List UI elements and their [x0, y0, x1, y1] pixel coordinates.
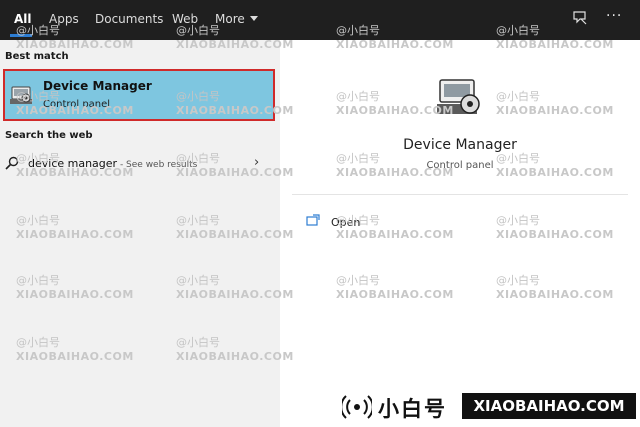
- device-manager-icon: [10, 86, 32, 104]
- web-result-text: device manager - See web results: [28, 157, 197, 170]
- results-panel: Best match Device Manager Control panel …: [0, 40, 280, 427]
- signal-icon: [342, 395, 372, 419]
- tab-documents[interactable]: Documents: [95, 12, 163, 26]
- open-icon: [306, 214, 320, 226]
- preview-app-type: Control panel: [426, 160, 494, 171]
- best-match-heading: Best match: [5, 51, 69, 62]
- best-match-result[interactable]: Device Manager Control panel: [3, 69, 275, 121]
- tab-apps[interactable]: Apps: [49, 12, 79, 26]
- chevron-right-icon[interactable]: ›: [254, 155, 259, 170]
- best-match-subtitle: Control panel: [43, 99, 111, 110]
- web-query: device manager: [28, 157, 118, 170]
- preview-divider: [292, 194, 628, 195]
- active-tab-indicator: [10, 34, 32, 37]
- search-web-heading: Search the web: [5, 130, 93, 141]
- web-search-result[interactable]: device manager - See web results ›: [0, 148, 280, 178]
- feedback-icon[interactable]: [572, 10, 588, 26]
- banner-en: XIAOBAIHAO.COM: [462, 393, 636, 419]
- tab-all[interactable]: All: [14, 12, 32, 26]
- chevron-down-icon: [249, 16, 258, 21]
- best-match-title: Device Manager: [43, 79, 152, 93]
- preview-app-name: Device Manager: [403, 137, 517, 153]
- search-icon: [5, 156, 19, 170]
- tab-web[interactable]: Web: [172, 12, 198, 26]
- banner-cn: 小白号: [378, 397, 447, 421]
- ellipsis-icon[interactable]: ···: [606, 8, 622, 24]
- search-filter-bar: All Apps Documents Web More ···: [0, 0, 640, 40]
- tab-more-label: More: [215, 12, 245, 26]
- tab-more[interactable]: More: [215, 12, 258, 26]
- web-hint: - See web results: [117, 160, 198, 170]
- device-manager-large-icon: [437, 79, 480, 114]
- watermark-banner: 小白号 XIAOBAIHAO.COM: [338, 387, 640, 427]
- open-label: Open: [331, 216, 361, 229]
